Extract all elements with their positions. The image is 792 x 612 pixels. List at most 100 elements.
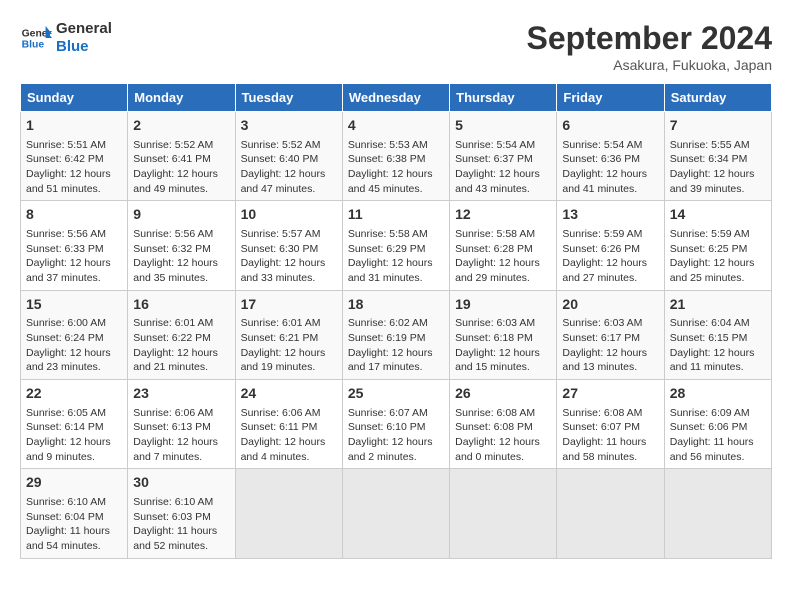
day-number: 5: [455, 116, 551, 136]
day-cell: 2Sunrise: 5:52 AM Sunset: 6:41 PM Daylig…: [128, 112, 235, 201]
day-cell: 21Sunrise: 6:04 AM Sunset: 6:15 PM Dayli…: [664, 290, 771, 379]
logo-icon: General Blue: [20, 22, 52, 54]
day-cell: 24Sunrise: 6:06 AM Sunset: 6:11 PM Dayli…: [235, 380, 342, 469]
col-header-tuesday: Tuesday: [235, 84, 342, 112]
week-row-5: 29Sunrise: 6:10 AM Sunset: 6:04 PM Dayli…: [21, 469, 772, 558]
day-number: 11: [348, 205, 444, 225]
day-info: Sunrise: 5:56 AM Sunset: 6:33 PM Dayligh…: [26, 227, 122, 286]
month-title: September 2024: [527, 20, 772, 57]
day-cell: 1Sunrise: 5:51 AM Sunset: 6:42 PM Daylig…: [21, 112, 128, 201]
day-number: 29: [26, 473, 122, 493]
day-info: Sunrise: 6:01 AM Sunset: 6:21 PM Dayligh…: [241, 316, 337, 375]
col-header-wednesday: Wednesday: [342, 84, 449, 112]
calendar-table: SundayMondayTuesdayWednesdayThursdayFrid…: [20, 83, 772, 559]
day-info: Sunrise: 5:55 AM Sunset: 6:34 PM Dayligh…: [670, 138, 766, 197]
day-cell: 22Sunrise: 6:05 AM Sunset: 6:14 PM Dayli…: [21, 380, 128, 469]
week-row-1: 1Sunrise: 5:51 AM Sunset: 6:42 PM Daylig…: [21, 112, 772, 201]
day-info: Sunrise: 6:04 AM Sunset: 6:15 PM Dayligh…: [670, 316, 766, 375]
day-number: 18: [348, 295, 444, 315]
day-info: Sunrise: 6:06 AM Sunset: 6:13 PM Dayligh…: [133, 406, 229, 465]
day-info: Sunrise: 6:05 AM Sunset: 6:14 PM Dayligh…: [26, 406, 122, 465]
day-info: Sunrise: 5:51 AM Sunset: 6:42 PM Dayligh…: [26, 138, 122, 197]
svg-text:Blue: Blue: [22, 40, 45, 51]
day-number: 6: [562, 116, 658, 136]
day-info: Sunrise: 6:08 AM Sunset: 6:08 PM Dayligh…: [455, 406, 551, 465]
day-number: 2: [133, 116, 229, 136]
day-info: Sunrise: 5:58 AM Sunset: 6:29 PM Dayligh…: [348, 227, 444, 286]
day-cell: 23Sunrise: 6:06 AM Sunset: 6:13 PM Dayli…: [128, 380, 235, 469]
day-number: 4: [348, 116, 444, 136]
logo: General Blue General Blue: [20, 20, 112, 56]
day-number: 10: [241, 205, 337, 225]
day-number: 12: [455, 205, 551, 225]
col-header-thursday: Thursday: [450, 84, 557, 112]
day-cell: 7Sunrise: 5:55 AM Sunset: 6:34 PM Daylig…: [664, 112, 771, 201]
day-info: Sunrise: 6:00 AM Sunset: 6:24 PM Dayligh…: [26, 316, 122, 375]
day-number: 30: [133, 473, 229, 493]
day-info: Sunrise: 5:56 AM Sunset: 6:32 PM Dayligh…: [133, 227, 229, 286]
day-number: 16: [133, 295, 229, 315]
day-number: 27: [562, 384, 658, 404]
day-info: Sunrise: 5:52 AM Sunset: 6:41 PM Dayligh…: [133, 138, 229, 197]
day-cell: 18Sunrise: 6:02 AM Sunset: 6:19 PM Dayli…: [342, 290, 449, 379]
day-info: Sunrise: 6:02 AM Sunset: 6:19 PM Dayligh…: [348, 316, 444, 375]
day-number: 23: [133, 384, 229, 404]
day-number: 20: [562, 295, 658, 315]
day-cell: 16Sunrise: 6:01 AM Sunset: 6:22 PM Dayli…: [128, 290, 235, 379]
day-cell: 14Sunrise: 5:59 AM Sunset: 6:25 PM Dayli…: [664, 201, 771, 290]
week-row-2: 8Sunrise: 5:56 AM Sunset: 6:33 PM Daylig…: [21, 201, 772, 290]
day-number: 28: [670, 384, 766, 404]
day-cell: 6Sunrise: 5:54 AM Sunset: 6:36 PM Daylig…: [557, 112, 664, 201]
day-number: 21: [670, 295, 766, 315]
day-cell: 15Sunrise: 6:00 AM Sunset: 6:24 PM Dayli…: [21, 290, 128, 379]
day-cell: 30Sunrise: 6:10 AM Sunset: 6:03 PM Dayli…: [128, 469, 235, 558]
day-info: Sunrise: 5:59 AM Sunset: 6:25 PM Dayligh…: [670, 227, 766, 286]
day-info: Sunrise: 6:08 AM Sunset: 6:07 PM Dayligh…: [562, 406, 658, 465]
logo-line2: Blue: [56, 38, 112, 56]
day-cell: 28Sunrise: 6:09 AM Sunset: 6:06 PM Dayli…: [664, 380, 771, 469]
page-header: General Blue General Blue September 2024…: [20, 20, 772, 73]
day-cell: 19Sunrise: 6:03 AM Sunset: 6:18 PM Dayli…: [450, 290, 557, 379]
day-number: 13: [562, 205, 658, 225]
day-number: 24: [241, 384, 337, 404]
week-row-4: 22Sunrise: 6:05 AM Sunset: 6:14 PM Dayli…: [21, 380, 772, 469]
day-cell: 3Sunrise: 5:52 AM Sunset: 6:40 PM Daylig…: [235, 112, 342, 201]
col-header-monday: Monday: [128, 84, 235, 112]
day-number: 7: [670, 116, 766, 136]
day-cell: 8Sunrise: 5:56 AM Sunset: 6:33 PM Daylig…: [21, 201, 128, 290]
header-row: SundayMondayTuesdayWednesdayThursdayFrid…: [21, 84, 772, 112]
day-cell: 4Sunrise: 5:53 AM Sunset: 6:38 PM Daylig…: [342, 112, 449, 201]
day-number: 25: [348, 384, 444, 404]
col-header-saturday: Saturday: [664, 84, 771, 112]
day-cell: 12Sunrise: 5:58 AM Sunset: 6:28 PM Dayli…: [450, 201, 557, 290]
day-cell: [450, 469, 557, 558]
day-info: Sunrise: 6:01 AM Sunset: 6:22 PM Dayligh…: [133, 316, 229, 375]
day-cell: 26Sunrise: 6:08 AM Sunset: 6:08 PM Dayli…: [450, 380, 557, 469]
day-number: 14: [670, 205, 766, 225]
day-cell: 20Sunrise: 6:03 AM Sunset: 6:17 PM Dayli…: [557, 290, 664, 379]
title-area: September 2024 Asakura, Fukuoka, Japan: [527, 20, 772, 73]
day-info: Sunrise: 5:53 AM Sunset: 6:38 PM Dayligh…: [348, 138, 444, 197]
col-header-friday: Friday: [557, 84, 664, 112]
day-info: Sunrise: 6:03 AM Sunset: 6:18 PM Dayligh…: [455, 316, 551, 375]
day-info: Sunrise: 6:06 AM Sunset: 6:11 PM Dayligh…: [241, 406, 337, 465]
day-cell: 27Sunrise: 6:08 AM Sunset: 6:07 PM Dayli…: [557, 380, 664, 469]
day-info: Sunrise: 5:58 AM Sunset: 6:28 PM Dayligh…: [455, 227, 551, 286]
day-cell: 5Sunrise: 5:54 AM Sunset: 6:37 PM Daylig…: [450, 112, 557, 201]
day-info: Sunrise: 5:52 AM Sunset: 6:40 PM Dayligh…: [241, 138, 337, 197]
day-cell: 9Sunrise: 5:56 AM Sunset: 6:32 PM Daylig…: [128, 201, 235, 290]
location-subtitle: Asakura, Fukuoka, Japan: [527, 57, 772, 73]
day-cell: [664, 469, 771, 558]
day-number: 26: [455, 384, 551, 404]
day-cell: 10Sunrise: 5:57 AM Sunset: 6:30 PM Dayli…: [235, 201, 342, 290]
day-cell: [342, 469, 449, 558]
day-info: Sunrise: 6:10 AM Sunset: 6:04 PM Dayligh…: [26, 495, 122, 554]
week-row-3: 15Sunrise: 6:00 AM Sunset: 6:24 PM Dayli…: [21, 290, 772, 379]
day-info: Sunrise: 5:54 AM Sunset: 6:37 PM Dayligh…: [455, 138, 551, 197]
day-cell: [235, 469, 342, 558]
day-number: 17: [241, 295, 337, 315]
day-info: Sunrise: 6:03 AM Sunset: 6:17 PM Dayligh…: [562, 316, 658, 375]
day-number: 15: [26, 295, 122, 315]
col-header-sunday: Sunday: [21, 84, 128, 112]
day-info: Sunrise: 5:59 AM Sunset: 6:26 PM Dayligh…: [562, 227, 658, 286]
